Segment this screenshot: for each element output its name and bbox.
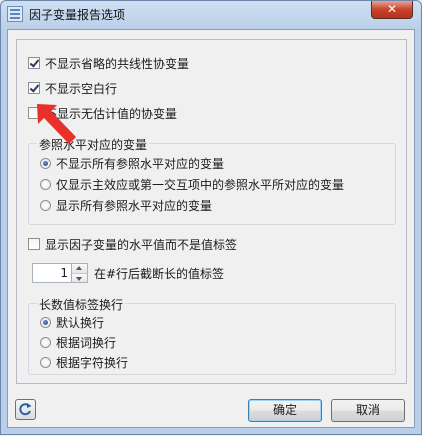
wrap-char-radio[interactable] bbox=[40, 356, 51, 368]
refresh-icon bbox=[19, 403, 32, 416]
reference-show-all-radio[interactable] bbox=[40, 199, 51, 211]
cancel-button[interactable]: 取消 bbox=[331, 399, 405, 422]
option-hide-inestimable[interactable]: 不显示无估计值的协变量 bbox=[28, 105, 177, 121]
reference-main-only-radio[interactable] bbox=[40, 178, 51, 190]
option-show-level-values[interactable]: 显示因子变量的水平值而不是值标签 bbox=[28, 236, 237, 252]
wrap-word-label: 根据词换行 bbox=[56, 335, 117, 350]
wrap-option-default[interactable]: 默认换行 bbox=[40, 314, 104, 330]
hide-blank-rows-label: 不显示空白行 bbox=[45, 81, 118, 96]
close-button[interactable]: ✕ bbox=[371, 1, 413, 19]
refresh-button[interactable] bbox=[15, 399, 36, 420]
title-bar[interactable]: 因子变量报告选项 ✕ bbox=[1, 1, 421, 27]
reference-option-show-all[interactable]: 显示所有参照水平对应的变量 bbox=[40, 197, 212, 213]
hide-blank-rows-checkbox[interactable] bbox=[28, 82, 40, 94]
long-label-wrap-group: 长数值标签换行 默认换行 根据词换行 根据字符换行 bbox=[28, 296, 396, 375]
reference-option-hide-all[interactable]: 不显示所有参照水平对应的变量 bbox=[40, 155, 224, 171]
hide-inestimable-checkbox[interactable] bbox=[28, 107, 40, 119]
wrap-default-label: 默认换行 bbox=[56, 315, 105, 330]
wrap-option-word[interactable]: 根据词换行 bbox=[40, 334, 116, 350]
hide-redundant-checkbox[interactable] bbox=[28, 57, 40, 69]
truncate-lines-stepper bbox=[72, 263, 88, 283]
dialog-window: 因子变量报告选项 ✕ 不显示省略的共线性协变量 不显示空白行 不显示无估计值的协… bbox=[0, 0, 422, 435]
window-title: 因子变量报告选项 bbox=[29, 8, 126, 22]
option-hide-redundant[interactable]: 不显示省略的共线性协变量 bbox=[28, 55, 189, 71]
wrap-char-label: 根据字符换行 bbox=[56, 355, 129, 370]
options-panel: 不显示省略的共线性协变量 不显示空白行 不显示无估计值的协变量 参照水平对应的变… bbox=[16, 39, 407, 384]
ok-button[interactable]: 确定 bbox=[248, 399, 322, 422]
long-label-wrap-legend: 长数值标签换行 bbox=[37, 296, 126, 313]
window-app-icon bbox=[7, 6, 23, 22]
reference-option-main-only[interactable]: 仅显示主效应或第一交互项中的参照水平所对应的变量 bbox=[40, 176, 344, 192]
reference-level-legend: 参照水平对应的变量 bbox=[37, 136, 150, 153]
hide-inestimable-label: 不显示无估计值的协变量 bbox=[45, 106, 178, 121]
reference-show-all-label: 显示所有参照水平对应的变量 bbox=[56, 198, 213, 213]
wrap-word-radio[interactable] bbox=[40, 336, 51, 348]
dialog-client-area: 不显示省略的共线性协变量 不显示空白行 不显示无估计值的协变量 参照水平对应的变… bbox=[7, 29, 415, 428]
wrap-option-char[interactable]: 根据字符换行 bbox=[40, 354, 128, 370]
show-level-values-checkbox[interactable] bbox=[28, 238, 40, 250]
truncate-lines-control: 1 在#行后截断长的值标签 bbox=[32, 263, 224, 283]
option-hide-blank-rows[interactable]: 不显示空白行 bbox=[28, 80, 117, 96]
truncate-lines-label: 在#行后截断长的值标签 bbox=[94, 266, 225, 281]
reference-level-group: 参照水平对应的变量 不显示所有参照水平对应的变量 仅显示主效应或第一交互项中的参… bbox=[28, 136, 396, 225]
spin-down-icon[interactable] bbox=[72, 273, 87, 282]
spin-up-icon[interactable] bbox=[72, 264, 87, 274]
reference-hide-all-radio[interactable] bbox=[40, 157, 51, 169]
truncate-lines-input[interactable]: 1 bbox=[32, 263, 72, 283]
wrap-default-radio[interactable] bbox=[40, 316, 51, 328]
show-level-values-label: 显示因子变量的水平值而不是值标签 bbox=[45, 237, 238, 252]
reference-main-only-label: 仅显示主效应或第一交互项中的参照水平所对应的变量 bbox=[56, 177, 345, 192]
reference-hide-all-label: 不显示所有参照水平对应的变量 bbox=[56, 156, 225, 171]
hide-redundant-label: 不显示省略的共线性协变量 bbox=[45, 56, 190, 71]
